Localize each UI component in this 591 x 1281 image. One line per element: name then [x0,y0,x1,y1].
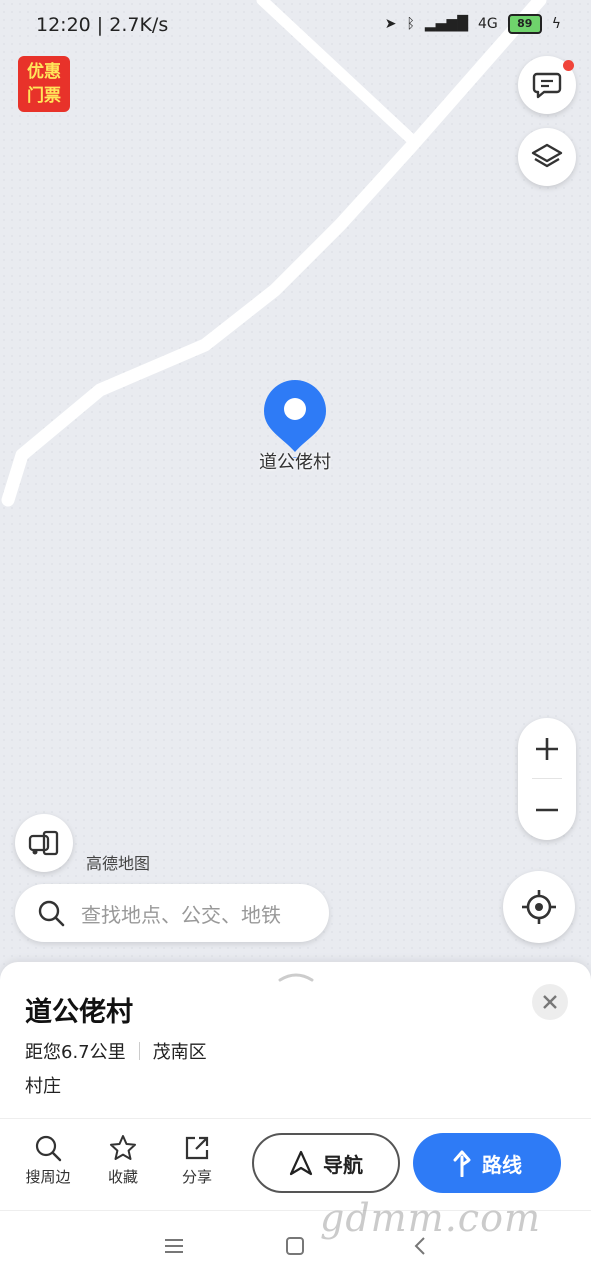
share-label: 分享 [181,1168,212,1186]
message-icon [532,72,562,99]
zoom-in-icon [536,737,558,760]
locate-button[interactable] [503,871,575,943]
nearby-label: 搜周边 [25,1168,71,1186]
location-pin-icon [264,380,326,465]
menu-icon[interactable] [164,1238,184,1254]
layers-button[interactable] [518,128,576,186]
zoom-in-button[interactable] [518,718,576,779]
network-type: 4G [477,16,498,32]
bluetooth-icon: ᛒ [406,16,415,32]
home-icon[interactable] [286,1237,304,1255]
sheet-divider [0,1118,591,1119]
map-brand-logo: 高德地图 [86,854,151,873]
navigate-button[interactable]: 导航 [252,1133,400,1193]
sheet-handle-icon[interactable] [278,970,314,982]
close-icon [543,995,557,1009]
navigate-label: 导航 [323,1152,363,1177]
promo-ticket-badge[interactable]: 优惠 门票 [18,56,70,112]
zoom-out-button[interactable] [518,779,576,840]
promo-line-2: 门票 [27,86,61,106]
notification-dot [563,60,574,71]
zoom-out-icon [536,808,558,811]
map-marker[interactable] [262,378,328,465]
status-bar: 12:20 | 2.7K/s ➤ ᛒ ▂▄▆█ 4G 89 ϟ [0,0,591,52]
search-bar[interactable]: 查找地点、公交、地铁 [15,884,329,942]
map-place-label: 道公佬村 [259,452,331,473]
favorite-label: 收藏 [107,1168,138,1186]
locate-icon [522,890,556,924]
place-title: 道公佬村 [25,997,133,1028]
vehicle-button[interactable] [15,814,73,872]
message-button[interactable] [518,56,576,114]
watermark: gdmm.com [320,1196,541,1240]
status-icons: ➤ ᛒ ▂▄▆█ 4G 89 ϟ [385,14,561,34]
meta-divider [138,1042,140,1060]
promo-line-1: 优惠 [27,62,61,82]
location-icon: ➤ [384,16,397,32]
charging-icon: ϟ [551,16,561,32]
status-time: 12:20 | 2.7K/s [36,14,169,36]
route-button[interactable]: 路线 [413,1133,561,1193]
battery-indicator: 89 [507,14,542,34]
vehicle-icon [28,830,59,856]
place-district: 茂南区 [152,1042,207,1063]
place-distance: 距您6.7公里 [25,1042,126,1063]
search-placeholder: 查找地点、公交、地铁 [81,902,281,927]
favorite-button[interactable]: 收藏 [93,1134,153,1187]
share-button[interactable]: 分享 [167,1134,227,1187]
route-icon [453,1150,471,1177]
place-category: 村庄 [25,1076,61,1097]
route-label: 路线 [482,1152,522,1177]
place-meta: 距您6.7公里 茂南区 [25,1038,207,1064]
search-icon [38,900,65,927]
signal-icon: ▂▄▆█ [424,16,468,32]
close-button[interactable] [532,984,568,1020]
layers-icon [531,143,563,168]
share-icon [185,1136,209,1160]
search-nearby-icon [35,1135,62,1162]
zoom-control [518,718,576,840]
nearby-button[interactable]: 搜周边 [18,1134,78,1187]
navigate-arrow-icon [289,1150,313,1176]
star-icon [110,1135,136,1160]
